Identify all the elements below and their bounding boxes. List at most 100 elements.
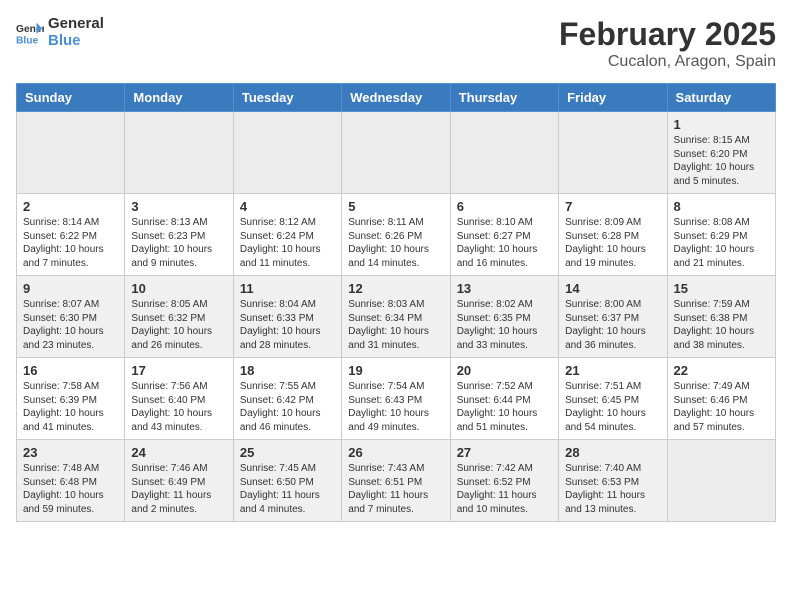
day-number: 6 xyxy=(457,199,552,214)
weekday-header-monday: Monday xyxy=(125,84,233,112)
calendar-cell: 2Sunrise: 8:14 AM Sunset: 6:22 PM Daylig… xyxy=(17,194,125,276)
day-number: 13 xyxy=(457,281,552,296)
cell-info: Sunrise: 8:10 AM Sunset: 6:27 PM Dayligh… xyxy=(457,216,552,270)
cell-info: Sunrise: 7:45 AM Sunset: 6:50 PM Dayligh… xyxy=(240,462,335,516)
calendar-cell xyxy=(125,112,233,194)
calendar-week-row: 2Sunrise: 8:14 AM Sunset: 6:22 PM Daylig… xyxy=(17,194,776,276)
calendar-week-row: 23 Sunrise: 7:48 AM Sunset: 6:48 PM Dayli… xyxy=(17,440,776,522)
month-year: February 2025 xyxy=(559,16,776,53)
calendar-week-row: 1Sunrise: 8:15 AM Sunset: 6:20 PM Daylig… xyxy=(17,112,776,194)
calendar-cell: 16Sunrise: 7:58 AM Sunset: 6:39 PM Dayli… xyxy=(17,358,125,440)
day-number: 22 xyxy=(674,363,769,378)
day-number: 18 xyxy=(240,363,335,378)
calendar-cell xyxy=(342,112,450,194)
calendar-cell: 24 Sunrise: 7:46 AM Sunset: 6:49 PM Dayli… xyxy=(125,440,233,522)
cell-info: Sunrise: 7:49 AM Sunset: 6:46 PM Dayligh… xyxy=(674,380,769,434)
calendar-cell xyxy=(233,112,341,194)
day-number: 19 xyxy=(348,363,443,378)
cell-info: Sunrise: 8:11 AM Sunset: 6:26 PM Dayligh… xyxy=(348,216,443,270)
day-number: 20 xyxy=(457,363,552,378)
day-number: 24 xyxy=(131,445,226,460)
cell-info: Sunrise: 8:09 AM Sunset: 6:28 PM Dayligh… xyxy=(565,216,660,270)
calendar-cell: 28Sunrise: 7:40 AM Sunset: 6:53 PM Dayli… xyxy=(559,440,667,522)
day-number: 15 xyxy=(674,281,769,296)
cell-info: Sunrise: 8:08 AM Sunset: 6:29 PM Dayligh… xyxy=(674,216,769,270)
weekday-header-sunday: Sunday xyxy=(17,84,125,112)
calendar-cell xyxy=(17,112,125,194)
cell-info: Sunrise: 7:59 AM Sunset: 6:38 PM Dayligh… xyxy=(674,298,769,352)
calendar-cell: 20Sunrise: 7:52 AM Sunset: 6:44 PM Dayli… xyxy=(450,358,558,440)
cell-info: Sunrise: 7:43 AM Sunset: 6:51 PM Dayligh… xyxy=(348,462,443,516)
day-number: 25 xyxy=(240,445,335,460)
cell-info: Sunrise: 7:46 AM Sunset: 6:49 PM Dayligh… xyxy=(131,462,226,516)
calendar-cell: 17Sunrise: 7:56 AM Sunset: 6:40 PM Dayli… xyxy=(125,358,233,440)
calendar-cell: 3 Sunrise: 8:13 AM Sunset: 6:23 PM Daylig… xyxy=(125,194,233,276)
calendar-cell: 4 Sunrise: 8:12 AM Sunset: 6:24 PM Daylig… xyxy=(233,194,341,276)
svg-text:Blue: Blue xyxy=(16,35,39,46)
calendar-cell: 19 Sunrise: 7:54 AM Sunset: 6:43 PM Dayli… xyxy=(342,358,450,440)
day-number: 11 xyxy=(240,281,335,296)
calendar-cell xyxy=(667,440,775,522)
cell-info: Sunrise: 7:51 AM Sunset: 6:45 PM Dayligh… xyxy=(565,380,660,434)
day-number: 7 xyxy=(565,199,660,214)
day-number: 21 xyxy=(565,363,660,378)
calendar-table: SundayMondayTuesdayWednesdayThursdayFrid… xyxy=(16,83,776,522)
weekday-header-friday: Friday xyxy=(559,84,667,112)
calendar-cell: 13 Sunrise: 8:02 AM Sunset: 6:35 PM Dayli… xyxy=(450,276,558,358)
day-number: 27 xyxy=(457,445,552,460)
calendar-cell xyxy=(559,112,667,194)
calendar-cell: 10 Sunrise: 8:05 AM Sunset: 6:32 PM Dayli… xyxy=(125,276,233,358)
location: Cucalon, Aragon, Spain xyxy=(559,53,776,71)
day-number: 8 xyxy=(674,199,769,214)
weekday-header-tuesday: Tuesday xyxy=(233,84,341,112)
calendar-cell: 6 Sunrise: 8:10 AM Sunset: 6:27 PM Daylig… xyxy=(450,194,558,276)
cell-info: Sunrise: 8:15 AM Sunset: 6:20 PM Dayligh… xyxy=(674,134,769,188)
calendar-cell: 14 Sunrise: 8:00 AM Sunset: 6:37 PM Dayli… xyxy=(559,276,667,358)
cell-info: Sunrise: 8:04 AM Sunset: 6:33 PM Dayligh… xyxy=(240,298,335,352)
logo-text-blue: Blue xyxy=(48,33,104,50)
day-number: 4 xyxy=(240,199,335,214)
calendar-cell: 9 Sunrise: 8:07 AM Sunset: 6:30 PM Daylig… xyxy=(17,276,125,358)
calendar-cell: 18 Sunrise: 7:55 AM Sunset: 6:42 PM Dayli… xyxy=(233,358,341,440)
calendar-week-row: 16Sunrise: 7:58 AM Sunset: 6:39 PM Dayli… xyxy=(17,358,776,440)
logo-text-general: General xyxy=(48,16,104,33)
calendar-cell: 7 Sunrise: 8:09 AM Sunset: 6:28 PM Daylig… xyxy=(559,194,667,276)
weekday-header-wednesday: Wednesday xyxy=(342,84,450,112)
cell-info: Sunrise: 7:58 AM Sunset: 6:39 PM Dayligh… xyxy=(23,380,118,434)
cell-info: Sunrise: 8:12 AM Sunset: 6:24 PM Dayligh… xyxy=(240,216,335,270)
cell-info: Sunrise: 7:42 AM Sunset: 6:52 PM Dayligh… xyxy=(457,462,552,516)
calendar-cell xyxy=(450,112,558,194)
cell-info: Sunrise: 8:05 AM Sunset: 6:32 PM Dayligh… xyxy=(131,298,226,352)
day-number: 26 xyxy=(348,445,443,460)
page-header: General Blue General Blue February 2025 … xyxy=(16,16,776,71)
calendar-week-row: 9 Sunrise: 8:07 AM Sunset: 6:30 PM Daylig… xyxy=(17,276,776,358)
day-number: 9 xyxy=(23,281,118,296)
cell-info: Sunrise: 8:02 AM Sunset: 6:35 PM Dayligh… xyxy=(457,298,552,352)
calendar-cell: 23 Sunrise: 7:48 AM Sunset: 6:48 PM Dayli… xyxy=(17,440,125,522)
day-number: 3 xyxy=(131,199,226,214)
cell-info: Sunrise: 7:48 AM Sunset: 6:48 PM Dayligh… xyxy=(23,462,118,516)
day-number: 23 xyxy=(23,445,118,460)
cell-info: Sunrise: 8:07 AM Sunset: 6:30 PM Dayligh… xyxy=(23,298,118,352)
cell-info: Sunrise: 7:54 AM Sunset: 6:43 PM Dayligh… xyxy=(348,380,443,434)
calendar-cell: 21 Sunrise: 7:51 AM Sunset: 6:45 PM Dayli… xyxy=(559,358,667,440)
title-block: February 2025 Cucalon, Aragon, Spain xyxy=(559,16,776,71)
day-number: 10 xyxy=(131,281,226,296)
cell-info: Sunrise: 8:03 AM Sunset: 6:34 PM Dayligh… xyxy=(348,298,443,352)
calendar-cell: 11 Sunrise: 8:04 AM Sunset: 6:33 PM Dayli… xyxy=(233,276,341,358)
calendar-cell: 15 Sunrise: 7:59 AM Sunset: 6:38 PM Dayli… xyxy=(667,276,775,358)
calendar-cell: 5 Sunrise: 8:11 AM Sunset: 6:26 PM Daylig… xyxy=(342,194,450,276)
calendar-cell: 12 Sunrise: 8:03 AM Sunset: 6:34 PM Dayli… xyxy=(342,276,450,358)
cell-info: Sunrise: 8:00 AM Sunset: 6:37 PM Dayligh… xyxy=(565,298,660,352)
day-number: 28 xyxy=(565,445,660,460)
day-number: 12 xyxy=(348,281,443,296)
day-number: 5 xyxy=(348,199,443,214)
cell-info: Sunrise: 8:13 AM Sunset: 6:23 PM Dayligh… xyxy=(131,216,226,270)
calendar-cell: 26 Sunrise: 7:43 AM Sunset: 6:51 PM Dayli… xyxy=(342,440,450,522)
day-number: 14 xyxy=(565,281,660,296)
weekday-header-saturday: Saturday xyxy=(667,84,775,112)
calendar-cell: 22 Sunrise: 7:49 AM Sunset: 6:46 PM Dayli… xyxy=(667,358,775,440)
calendar-cell: 1Sunrise: 8:15 AM Sunset: 6:20 PM Daylig… xyxy=(667,112,775,194)
cell-info: Sunrise: 7:55 AM Sunset: 6:42 PM Dayligh… xyxy=(240,380,335,434)
logo-icon: General Blue xyxy=(16,19,44,47)
